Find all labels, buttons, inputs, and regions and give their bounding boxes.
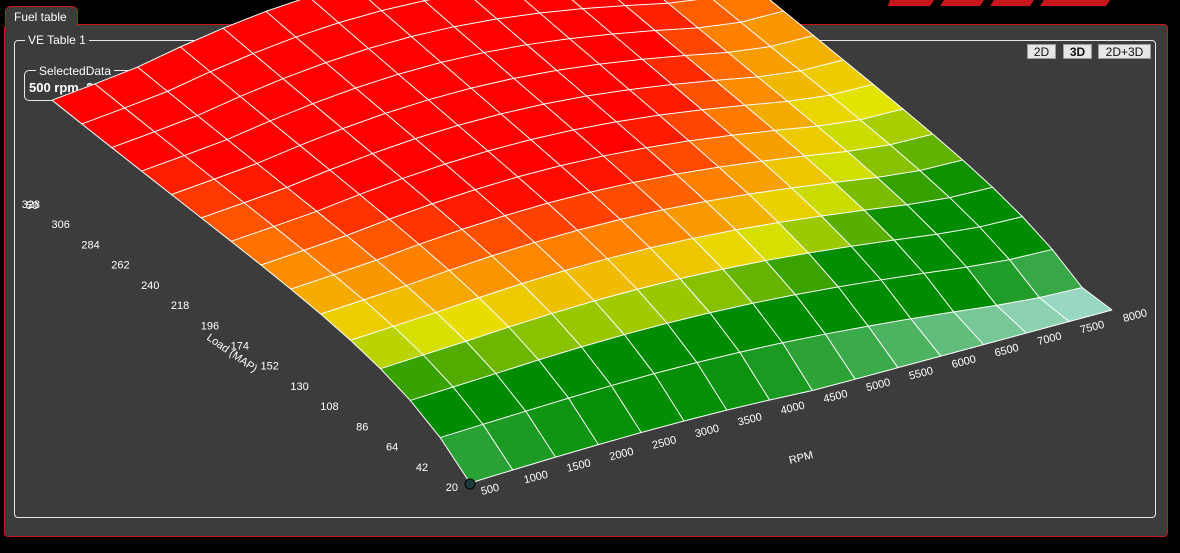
rpm-tick-label: 6500: [993, 342, 1020, 360]
load-tick-label: 196: [201, 320, 219, 332]
rpm-tick-label: 4500: [822, 388, 849, 406]
rpm-axis-label: RPM: [788, 449, 815, 467]
load-tick-label: 20: [446, 482, 458, 494]
rpm-tick-label: 3000: [694, 423, 721, 441]
tab-fuel-table[interactable]: Fuel table: [5, 6, 78, 26]
rpm-tick-label: 2500: [651, 434, 678, 452]
ve-surface-plot[interactable]: 500 1000 1500 2000 2500 3000 3500 4000 4500 5000 5…: [0, 0, 1180, 553]
load-tick-label: 262: [111, 260, 129, 272]
selected-point-marker[interactable]: [464, 478, 476, 490]
rpm-tick-label: 1500: [565, 457, 592, 475]
rpm-tick-label: 4000: [779, 400, 806, 418]
z-top-label: 50: [26, 200, 38, 212]
load-tick-label: 42: [416, 462, 428, 474]
rpm-tick-label: 500: [480, 482, 501, 498]
load-tick-label: 306: [51, 219, 69, 231]
load-axis-label: Load (MAP): [204, 332, 259, 376]
load-tick-label: 130: [290, 381, 308, 393]
rpm-tick-label: 5000: [865, 377, 892, 395]
load-tick-label: 218: [171, 300, 189, 312]
load-tick-label: 152: [260, 361, 278, 373]
rpm-tick-label: 1000: [523, 469, 550, 487]
rpm-tick-label: 2000: [608, 446, 635, 464]
load-tick-label: 284: [81, 239, 99, 251]
load-tick-label: 240: [141, 280, 159, 292]
rpm-tick-label: 8000: [1122, 307, 1149, 325]
rpm-tick-label: 3500: [737, 411, 764, 429]
load-tick-label: 64: [386, 442, 398, 454]
load-tick-label: 108: [320, 401, 338, 413]
rpm-tick-label: 7000: [1036, 330, 1063, 348]
rpm-tick-label: 7500: [1079, 319, 1106, 337]
rpm-tick-label: 5500: [908, 365, 935, 383]
load-tick-label: 86: [356, 421, 368, 433]
rpm-tick-label: 6000: [951, 353, 978, 371]
